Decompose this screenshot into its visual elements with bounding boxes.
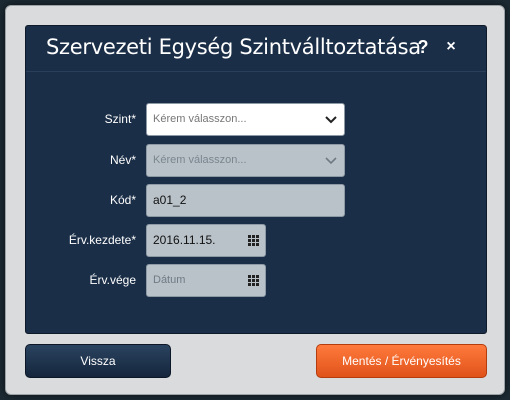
dialog-title: Szervezeti Egység Szintválltoztatása [46, 35, 421, 59]
name-placeholder: Kérem válasszon... [153, 154, 247, 166]
code-value: a01_2 [153, 193, 187, 207]
valid-from-input[interactable]: 2016.11.15. [146, 224, 266, 257]
valid-from-value: 2016.11.15. [153, 233, 216, 247]
dialog-titlebar: Szervezeti Egység Szintválltoztatása ? × [26, 26, 486, 72]
name-row: Név* Kérem válasszon... [26, 144, 486, 177]
calendar-icon[interactable] [248, 235, 259, 246]
chevron-down-icon [325, 157, 337, 165]
chevron-down-icon [325, 116, 337, 124]
name-label: Név* [109, 153, 136, 167]
close-button[interactable]: × [441, 34, 461, 60]
dialog: Szervezeti Egység Szintválltoztatása ? ×… [5, 5, 505, 395]
valid-from-row: Érv.kezdete* 2016.11.15. [26, 224, 486, 257]
level-row: Szint* Kérem válasszon... [26, 103, 486, 136]
save-validate-button[interactable]: Mentés / Érvényesítés [316, 344, 487, 378]
valid-to-input[interactable]: Dátum [146, 264, 266, 297]
level-label: Szint* [104, 112, 136, 126]
valid-to-row: Érv.vége Dátum [26, 264, 486, 297]
back-button[interactable]: Vissza [25, 344, 171, 378]
code-input[interactable]: a01_2 [146, 184, 345, 217]
valid-from-label: Érv.kezdete* [68, 233, 136, 247]
name-select[interactable]: Kérem válasszon... [146, 144, 345, 177]
level-placeholder: Kérem válasszon... [153, 113, 247, 125]
valid-to-label: Érv.vége [89, 273, 136, 287]
valid-to-placeholder: Dátum [153, 274, 186, 286]
dialog-panel: Szervezeti Egység Szintválltoztatása ? ×… [25, 25, 487, 334]
code-row: Kód* a01_2 [26, 184, 486, 217]
level-select[interactable]: Kérem válasszon... [146, 103, 345, 136]
calendar-icon[interactable] [248, 275, 259, 286]
help-button[interactable]: ? [413, 34, 433, 60]
code-label: Kód* [109, 193, 136, 207]
